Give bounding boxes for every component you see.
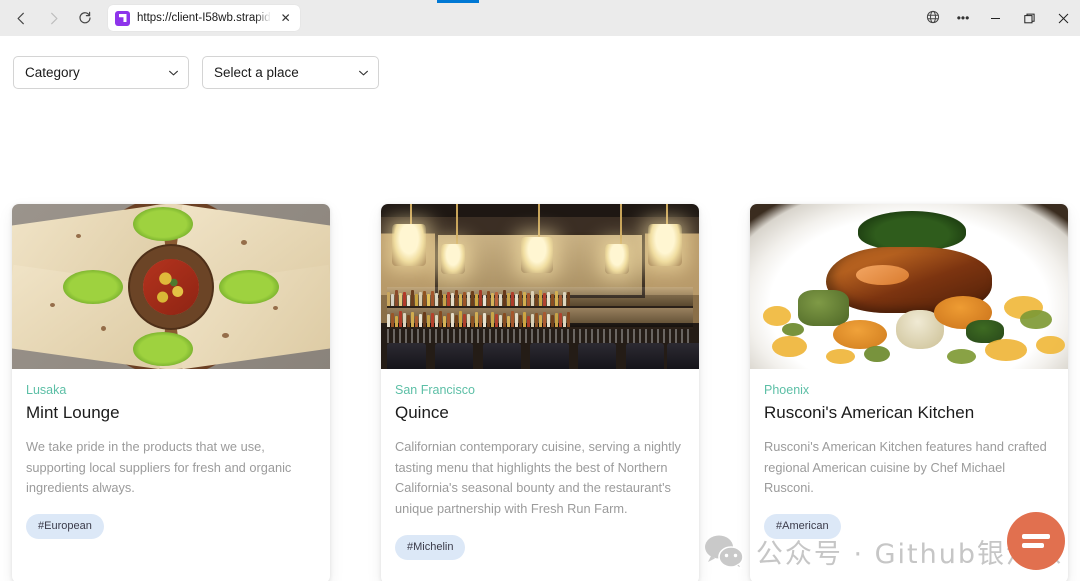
category-select-value: Category — [25, 65, 80, 80]
card-description: We take pride in the products that we us… — [26, 438, 292, 496]
card-title: Quince — [395, 402, 449, 422]
card-description: Rusconi's American Kitchen features hand… — [764, 438, 1047, 496]
card-body: Lusaka Mint Lounge We take pride in the … — [12, 369, 330, 555]
floating-action-button[interactable] — [1007, 512, 1065, 570]
place-select-value: Select a place — [214, 65, 299, 80]
globe-icon — [926, 10, 940, 27]
restaurant-card[interactable]: San Francisco Quince Californian contemp… — [381, 204, 699, 581]
reload-button[interactable] — [70, 4, 100, 32]
card-title: Rusconi's American Kitchen — [764, 402, 975, 422]
category-select[interactable]: Category — [13, 56, 189, 89]
wechat-icon — [704, 535, 744, 569]
card-body: San Francisco Quince Californian contemp… — [381, 369, 699, 576]
browser-tab[interactable]: https://client-I58wb.strapid ✕ — [108, 5, 300, 31]
tab-title: https://client-I58wb.strapid — [137, 12, 271, 24]
minimize-icon — [990, 13, 1001, 24]
page-content: Category Select a place Lusaka Mint Loun… — [0, 36, 1080, 581]
card-place: San Francisco — [395, 383, 475, 397]
window-controls: ••• — [918, 0, 1080, 36]
close-tab-button[interactable]: ✕ — [278, 10, 294, 26]
card-place: Lusaka — [26, 383, 67, 397]
active-tab-indicator — [437, 0, 479, 3]
card-tag[interactable]: #American — [764, 514, 841, 540]
chevron-down-icon — [358, 67, 369, 78]
more-options-button[interactable]: ••• — [948, 3, 978, 33]
chevron-down-icon — [168, 67, 179, 78]
place-select[interactable]: Select a place — [202, 56, 379, 89]
card-image — [381, 204, 699, 369]
minimize-button[interactable] — [978, 0, 1012, 36]
forward-arrow-icon — [47, 12, 60, 25]
translate-globe-button[interactable] — [918, 3, 948, 33]
card-image — [12, 204, 330, 369]
menu-bars-icon — [1022, 530, 1050, 552]
filter-bar: Category Select a place — [13, 56, 379, 89]
back-button[interactable] — [6, 4, 36, 32]
browser-chrome: https://client-I58wb.strapid ✕ ••• — [0, 0, 1080, 36]
maximize-button[interactable] — [1012, 0, 1046, 36]
back-arrow-icon — [15, 12, 28, 25]
close-window-button[interactable] — [1046, 0, 1080, 36]
card-description: Californian contemporary cuisine, servin… — [395, 438, 681, 517]
card-tag[interactable]: #Michelin — [395, 535, 466, 561]
navigation-buttons — [0, 4, 100, 32]
strapi-favicon — [115, 10, 130, 26]
card-image — [750, 204, 1068, 369]
card-tag[interactable]: #European — [26, 514, 104, 540]
restaurant-card[interactable]: Lusaka Mint Lounge We take pride in the … — [12, 204, 330, 581]
reload-icon — [78, 11, 92, 25]
card-place: Phoenix — [764, 383, 810, 397]
close-icon — [1058, 13, 1069, 24]
card-title: Mint Lounge — [26, 402, 120, 422]
forward-button[interactable] — [38, 4, 68, 32]
restore-icon — [1023, 13, 1035, 24]
